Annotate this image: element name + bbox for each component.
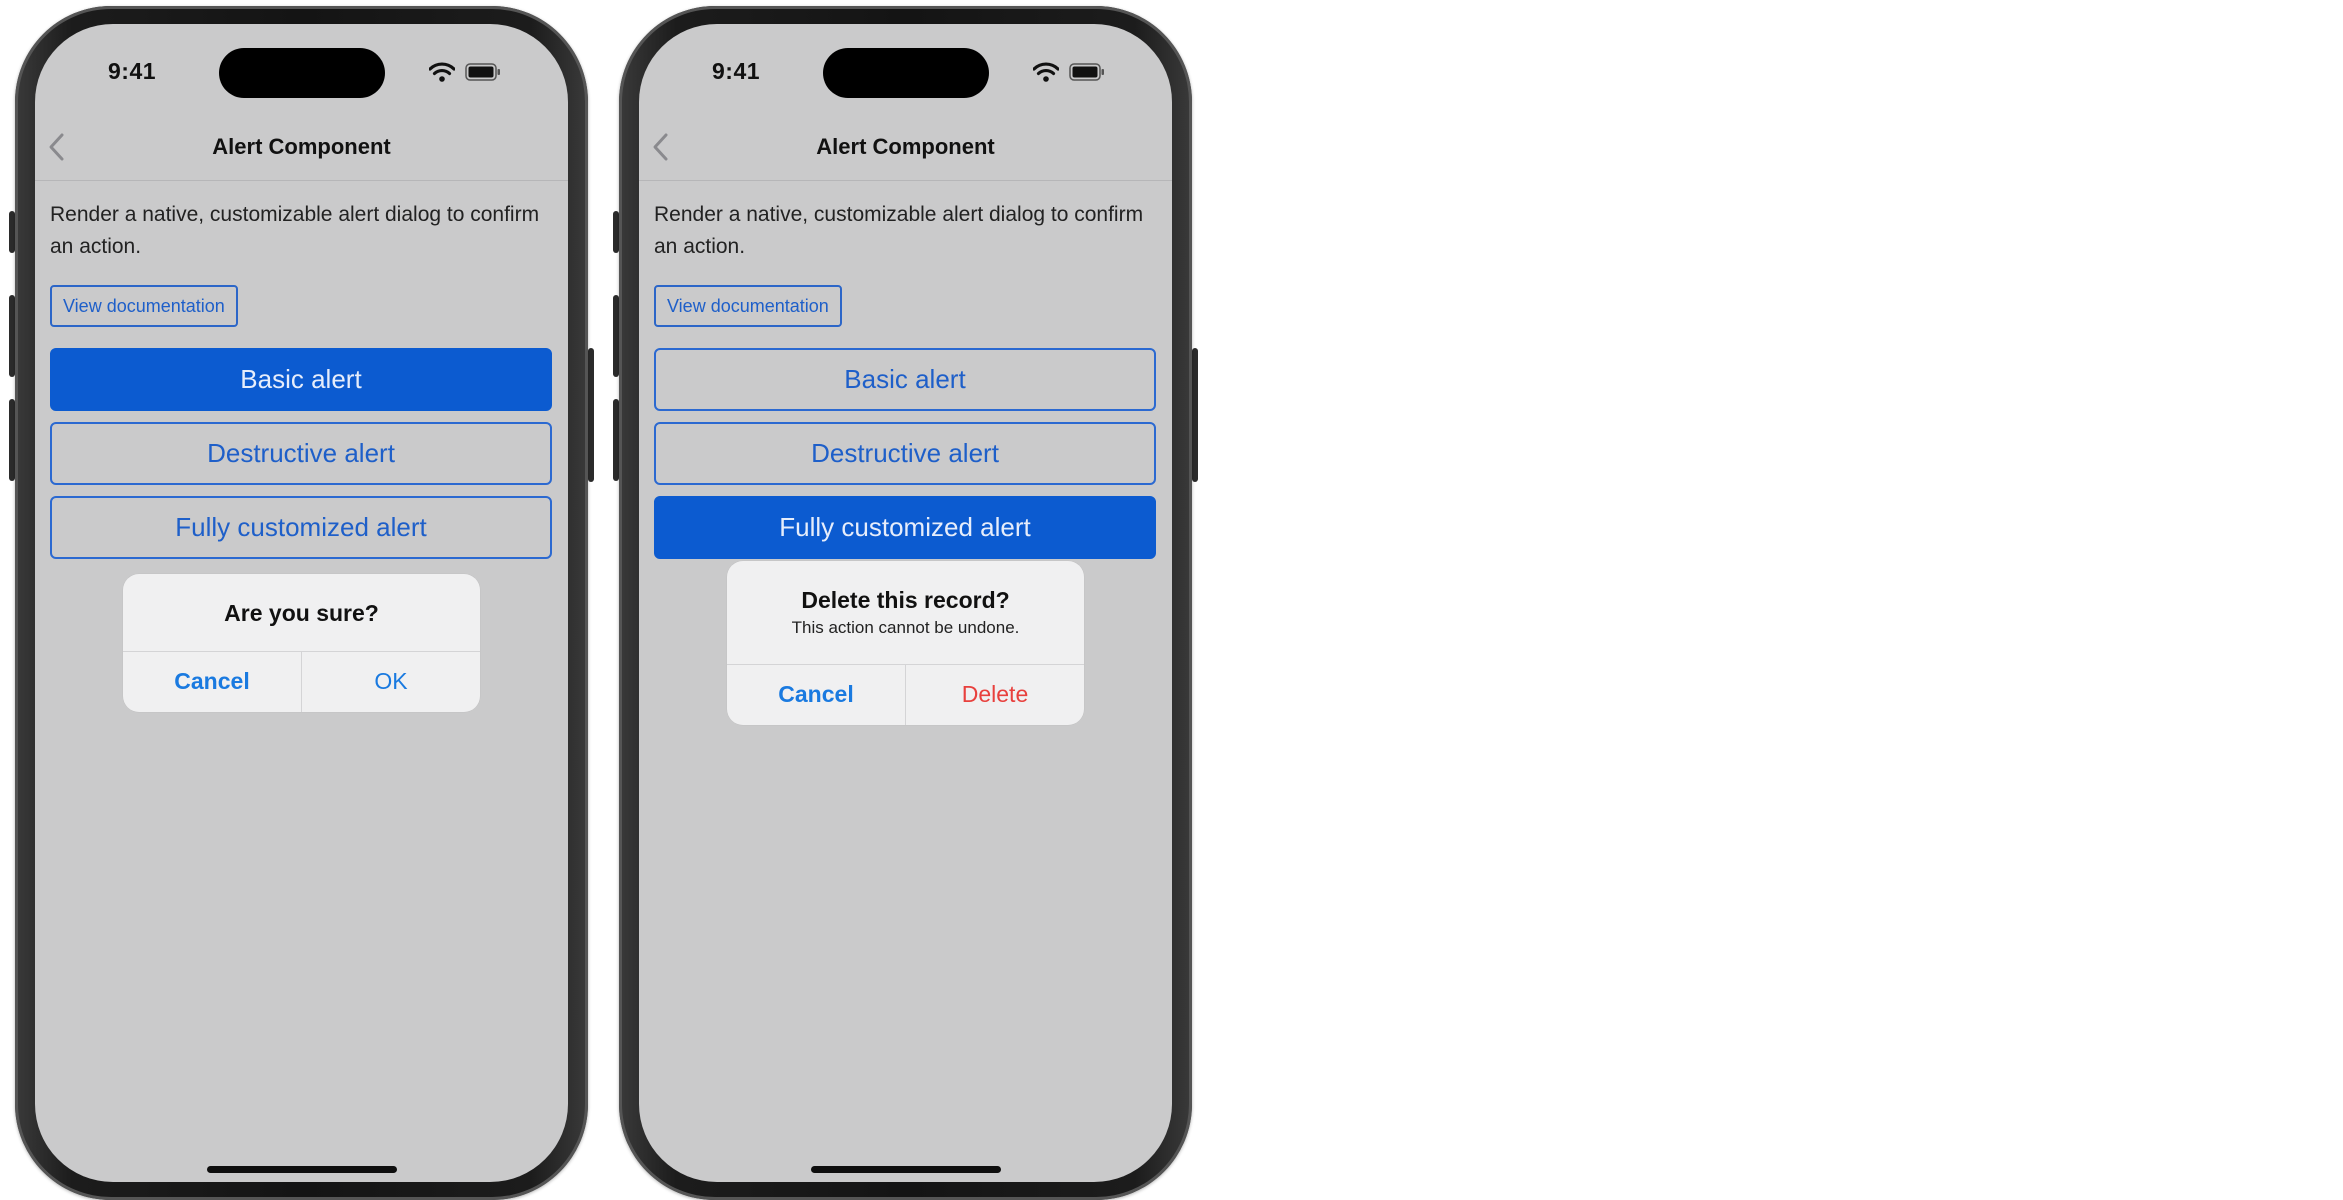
phone-basic-alert: 9:41 Alert Component Render a native, cu… bbox=[9, 6, 594, 1200]
wifi-icon bbox=[429, 62, 455, 82]
page-title: Alert Component bbox=[212, 134, 391, 159]
fully-customized-alert-button[interactable]: Fully customized alert bbox=[50, 496, 552, 559]
fully-customized-alert-button[interactable]: Fully customized alert bbox=[654, 496, 1156, 559]
home-indicator[interactable] bbox=[207, 1166, 397, 1173]
status-time: 9:41 bbox=[108, 58, 157, 84]
status-bar: 9:41 bbox=[35, 24, 568, 124]
screen: 9:41 Alert Component Render a native, cu… bbox=[35, 24, 568, 1182]
dynamic-island bbox=[219, 48, 385, 98]
alert-cancel-button[interactable]: Cancel bbox=[123, 652, 301, 712]
alert-message: This action cannot be undone. bbox=[791, 618, 1020, 637]
description-text: Render a native, customizable alert dial… bbox=[50, 203, 540, 258]
view-documentation-button[interactable]: View documentation bbox=[654, 285, 842, 327]
alert-dialog: Delete this record? This action cannot b… bbox=[727, 561, 1084, 725]
power-button bbox=[588, 348, 594, 482]
page-title: Alert Component bbox=[816, 134, 995, 159]
alert-title: Delete this record? bbox=[801, 587, 1010, 613]
navigation-bar: Alert Component bbox=[35, 116, 568, 181]
alert-delete-button[interactable]: Delete bbox=[905, 665, 1084, 725]
destructive-alert-button[interactable]: Destructive alert bbox=[654, 422, 1156, 485]
alert-title: Are you sure? bbox=[224, 600, 379, 626]
description-text: Render a native, customizable alert dial… bbox=[654, 203, 1144, 258]
navigation-bar: Alert Component bbox=[639, 116, 1172, 181]
battery-icon bbox=[1069, 63, 1104, 81]
alert-dialog: Are you sure? Cancel OK bbox=[123, 574, 480, 712]
destructive-alert-button[interactable]: Destructive alert bbox=[50, 422, 552, 485]
alert-actions: Cancel OK bbox=[123, 651, 480, 712]
home-indicator[interactable] bbox=[811, 1166, 1001, 1173]
basic-alert-button[interactable]: Basic alert bbox=[654, 348, 1156, 411]
battery-icon bbox=[465, 63, 500, 81]
status-bar: 9:41 bbox=[639, 24, 1172, 124]
alert-actions: Cancel Delete bbox=[727, 664, 1084, 725]
basic-alert-button[interactable]: Basic alert bbox=[50, 348, 552, 411]
canvas: 9:41 Alert Component Render a native, cu… bbox=[0, 0, 2343, 1200]
phone-customized-alert: 9:41 Alert Component Render a native, cu… bbox=[613, 6, 1198, 1200]
view-documentation-button[interactable]: View documentation bbox=[50, 285, 238, 327]
main-content: Render a native, customizable alert dial… bbox=[654, 180, 1156, 559]
status-time: 9:41 bbox=[712, 58, 761, 84]
screen: 9:41 Alert Component Render a native, cu… bbox=[639, 24, 1172, 1182]
main-content: Render a native, customizable alert dial… bbox=[50, 180, 552, 559]
wifi-icon bbox=[1033, 62, 1059, 82]
dynamic-island bbox=[823, 48, 989, 98]
power-button bbox=[1192, 348, 1198, 482]
alert-cancel-button[interactable]: Cancel bbox=[727, 665, 905, 725]
alert-ok-button[interactable]: OK bbox=[301, 652, 480, 712]
